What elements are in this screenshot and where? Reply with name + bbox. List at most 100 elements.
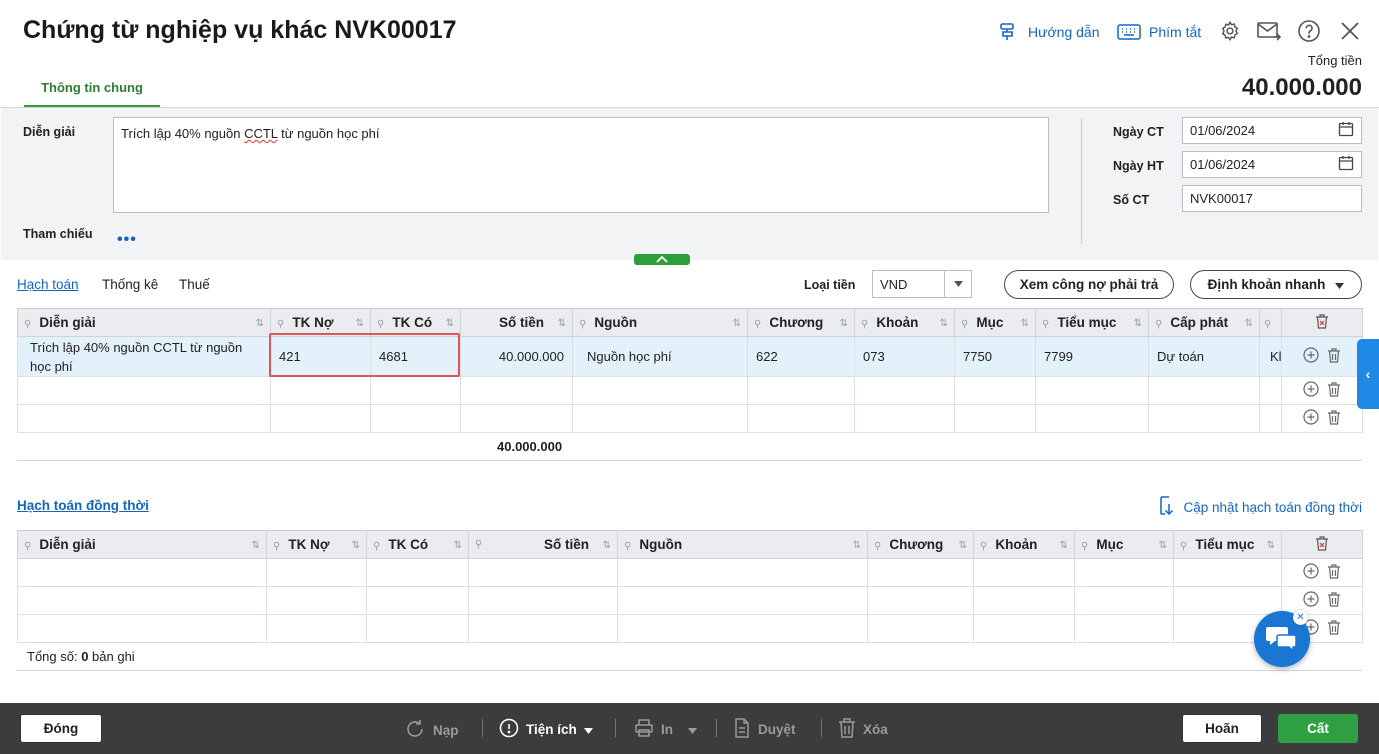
sort-icon[interactable]: ⇅ (959, 540, 967, 551)
pin-icon[interactable]: ⚲ (24, 319, 31, 330)
pin-icon[interactable]: ⚲ (961, 319, 968, 330)
sort-icon[interactable]: ⇅ (454, 540, 462, 551)
add-row-icon[interactable] (1303, 381, 1319, 400)
guide-link[interactable]: Hướng dẫn (996, 20, 1099, 44)
sort-icon[interactable]: ⇅ (853, 540, 861, 551)
col-header-source[interactable]: ⚲ Nguồn ⇅ (572, 308, 748, 337)
col-header-tk-co[interactable]: ⚲ TK Có ⇅ (366, 530, 469, 559)
col-header-item[interactable]: ⚲ Mục ⇅ (1074, 530, 1174, 559)
sort-icon[interactable]: ⇅ (446, 318, 454, 329)
col-header-section[interactable]: ⚲ Khoản ⇅ (973, 530, 1075, 559)
print-button[interactable]: In (634, 718, 697, 741)
mail-forward-icon[interactable] (1257, 19, 1281, 43)
col-header-subitem[interactable]: ⚲ Tiểu mục ⇅ (1035, 308, 1149, 337)
save-button[interactable]: Cất (1278, 714, 1358, 743)
table-row[interactable] (17, 558, 1363, 587)
cell-source[interactable]: Nguồn học phí (572, 336, 748, 377)
description-textarea[interactable]: Trích lập 40% nguồn CCTL từ nguồn học ph… (113, 117, 1049, 213)
pin-icon[interactable]: ⚲ (377, 319, 384, 330)
reload-button[interactable]: Nạp (404, 718, 459, 743)
help-icon[interactable] (1297, 19, 1321, 43)
sort-icon[interactable]: ⇅ (1159, 540, 1167, 551)
pin-icon[interactable]: ⚲ (475, 539, 482, 550)
pin-icon[interactable]: ⚲ (874, 541, 881, 552)
sort-icon[interactable]: ⇅ (1245, 318, 1253, 329)
col-header-description[interactable]: ⚲ Diễn giải ⇅ (17, 308, 271, 337)
currency-select[interactable]: VND (872, 270, 972, 298)
delete-all-icon[interactable] (1315, 313, 1329, 332)
col-header-chapter[interactable]: ⚲ Chương ⇅ (867, 530, 974, 559)
pin-icon[interactable]: ⚲ (754, 319, 761, 330)
col-header-section[interactable]: ⚲ Khoản ⇅ (854, 308, 955, 337)
pin-icon[interactable]: ⚲ (1264, 319, 1271, 330)
gear-icon[interactable] (1218, 19, 1242, 43)
table-row[interactable] (17, 404, 1363, 433)
trash-icon[interactable] (1327, 347, 1341, 366)
utilities-button[interactable]: Tiện ích (499, 718, 593, 741)
cell-allocation[interactable]: Dự toán (1148, 336, 1260, 377)
pin-icon[interactable]: ⚲ (1081, 541, 1088, 552)
pin-icon[interactable]: ⚲ (624, 541, 631, 552)
sort-icon[interactable]: ⇅ (356, 318, 364, 329)
sort-icon[interactable]: ⇅ (1267, 540, 1275, 551)
sort-icon[interactable]: ⇅ (603, 540, 611, 551)
calendar-icon[interactable] (1338, 155, 1354, 174)
trash-icon[interactable] (1327, 381, 1341, 400)
table-row[interactable]: Trích lập 40% nguồn CCTL từ nguồn học ph… (17, 336, 1363, 377)
cell-overflow[interactable]: Kl (1259, 336, 1282, 377)
add-row-icon[interactable] (1303, 563, 1319, 582)
sort-icon[interactable]: ⇅ (352, 540, 360, 551)
col-header-item[interactable]: ⚲ Mục ⇅ (954, 308, 1036, 337)
tab-general-info[interactable]: Thông tin chung (24, 80, 160, 108)
pin-icon[interactable]: ⚲ (24, 541, 31, 552)
dropdown-arrow-icon[interactable] (944, 271, 971, 297)
sort-icon[interactable]: ⇅ (252, 540, 260, 551)
update-simultaneous-link[interactable]: Cập nhật hạch toán đồng thời (1158, 496, 1362, 519)
table-row[interactable] (17, 586, 1363, 615)
pin-icon[interactable]: ⚲ (980, 541, 987, 552)
sort-icon[interactable]: ⇅ (940, 318, 948, 329)
shortcut-link[interactable]: Phím tắt (1117, 20, 1201, 44)
simultaneous-accounting-title[interactable]: Hạch toán đồng thời (17, 498, 149, 513)
quick-entry-button[interactable]: Định khoản nhanh (1190, 270, 1362, 299)
col-header-description[interactable]: ⚲ Diễn giải ⇅ (17, 530, 267, 559)
pin-icon[interactable]: ⚲ (373, 541, 380, 552)
tab-statistics[interactable]: Thống kê (102, 277, 158, 292)
col-header-chapter[interactable]: ⚲ Chương ⇅ (747, 308, 855, 337)
cell-description[interactable]: Trích lập 40% nguồn CCTL từ nguồn học ph… (17, 336, 271, 377)
add-row-icon[interactable] (1303, 347, 1319, 366)
cell-amount[interactable]: 40.000.000 (460, 336, 573, 377)
col-header-amount[interactable]: Số tiền ⇅ (460, 308, 573, 337)
close-button[interactable]: Đóng (20, 714, 102, 743)
reference-more-button[interactable]: ••• (117, 231, 137, 249)
calendar-icon[interactable] (1338, 121, 1354, 140)
pin-icon[interactable]: ⚲ (273, 541, 280, 552)
trash-icon[interactable] (1327, 591, 1341, 610)
cell-section[interactable]: 073 (854, 336, 955, 377)
trash-icon[interactable] (1327, 619, 1341, 638)
delete-all-icon[interactable] (1315, 535, 1329, 554)
table-row[interactable] (17, 614, 1363, 643)
sort-icon[interactable]: ⇅ (558, 318, 566, 329)
tab-accounting[interactable]: Hạch toán (17, 277, 79, 292)
col-header-allocation[interactable]: ⚲ Cấp phát ⇅ (1148, 308, 1260, 337)
pin-icon[interactable]: ⚲ (579, 319, 586, 330)
pin-icon[interactable]: ⚲ (1180, 541, 1187, 552)
date-ht-field[interactable]: 01/06/2024 (1182, 151, 1362, 178)
col-header-source[interactable]: ⚲ Nguồn ⇅ (617, 530, 868, 559)
close-icon[interactable] (1338, 19, 1362, 43)
cell-chapter[interactable]: 622 (747, 336, 855, 377)
col-header-tk-no[interactable]: ⚲ TK Nợ ⇅ (266, 530, 367, 559)
collapse-toggle[interactable] (634, 254, 690, 265)
sort-icon[interactable]: ⇅ (840, 318, 848, 329)
pin-icon[interactable]: ⚲ (277, 319, 284, 330)
delete-button[interactable]: Xóa (838, 718, 888, 741)
pin-icon[interactable]: ⚲ (1155, 319, 1162, 330)
table-row[interactable] (17, 376, 1363, 405)
tab-tax[interactable]: Thuế (179, 277, 210, 292)
cell-item[interactable]: 7750 (954, 336, 1036, 377)
cancel-button[interactable]: Hoãn (1182, 714, 1262, 743)
pin-icon[interactable]: ⚲ (861, 319, 868, 330)
col-header-subitem[interactable]: ⚲ Tiểu mục ⇅ (1173, 530, 1282, 559)
col-header-amount[interactable]: ⚲ Số tiền ⇅ (468, 530, 618, 559)
